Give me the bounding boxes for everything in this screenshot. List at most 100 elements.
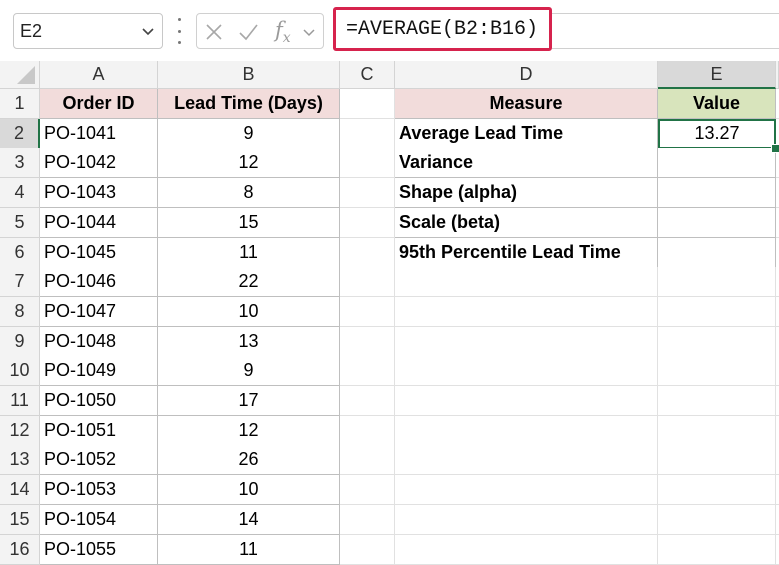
cell-c2[interactable]: [340, 118, 395, 149]
cell-a4[interactable]: PO-1043: [40, 178, 158, 209]
row-header-11[interactable]: 11: [0, 386, 40, 416]
row-header-1[interactable]: 1: [0, 89, 40, 119]
cell-a14[interactable]: PO-1053: [40, 475, 158, 506]
cell-d3[interactable]: Variance: [395, 148, 658, 179]
cell-d14[interactable]: [395, 475, 658, 506]
column-header-c[interactable]: C: [340, 61, 395, 89]
cell-e3[interactable]: [658, 148, 776, 179]
cell-c15[interactable]: [340, 504, 395, 535]
header-order-id[interactable]: Order ID: [40, 89, 158, 119]
cell-c1[interactable]: [340, 89, 395, 119]
cell-b7[interactable]: 22: [158, 267, 340, 298]
cell-b3[interactable]: 12: [158, 148, 340, 179]
cell-b11[interactable]: 17: [158, 386, 340, 416]
cell-a6[interactable]: PO-1045: [40, 237, 158, 268]
cell-c4[interactable]: [340, 178, 395, 209]
row-header-13[interactable]: 13: [0, 445, 40, 476]
cell-e11[interactable]: [658, 386, 776, 416]
header-lead-time[interactable]: Lead Time (Days): [158, 89, 340, 119]
cell-d16[interactable]: [395, 534, 658, 565]
cell-c3[interactable]: [340, 148, 395, 179]
insert-function-icon[interactable]: fx: [275, 18, 291, 46]
cell-a10[interactable]: PO-1049: [40, 356, 158, 387]
chevron-down-icon[interactable]: [301, 21, 317, 43]
cell-e16[interactable]: [658, 534, 776, 565]
cell-a11[interactable]: PO-1050: [40, 386, 158, 416]
name-box[interactable]: E2: [13, 13, 163, 49]
row-header-9[interactable]: 9: [0, 326, 40, 357]
header-value[interactable]: Value: [658, 89, 776, 119]
cell-a7[interactable]: PO-1046: [40, 267, 158, 298]
cell-a9[interactable]: PO-1048: [40, 326, 158, 357]
cell-e4[interactable]: [658, 178, 776, 209]
cell-b13[interactable]: 26: [158, 445, 340, 476]
formula-input[interactable]: =AVERAGE(B2:B16): [333, 7, 552, 51]
cell-e14[interactable]: [658, 475, 776, 506]
row-header-2[interactable]: 2: [0, 118, 40, 149]
active-cell-e2[interactable]: 13.27: [658, 118, 776, 149]
cell-d11[interactable]: [395, 386, 658, 416]
cell-c12[interactable]: [340, 415, 395, 446]
cell-d10[interactable]: [395, 356, 658, 387]
header-measure[interactable]: Measure: [395, 89, 658, 119]
cell-d13[interactable]: [395, 445, 658, 476]
row-header-5[interactable]: 5: [0, 207, 40, 238]
cell-e10[interactable]: [658, 356, 776, 387]
cell-c16[interactable]: [340, 534, 395, 565]
cell-d6[interactable]: 95th Percentile Lead Time: [395, 237, 658, 268]
row-header-8[interactable]: 8: [0, 296, 40, 327]
cell-e8[interactable]: [658, 296, 776, 327]
cell-c8[interactable]: [340, 296, 395, 327]
cell-c5[interactable]: [340, 207, 395, 238]
row-header-15[interactable]: 15: [0, 504, 40, 535]
cell-b2[interactable]: 9: [158, 118, 340, 149]
cell-c10[interactable]: [340, 356, 395, 387]
row-header-4[interactable]: 4: [0, 178, 40, 209]
column-header-a[interactable]: A: [40, 61, 158, 89]
cell-e6[interactable]: [658, 237, 776, 268]
cell-a3[interactable]: PO-1042: [40, 148, 158, 179]
cell-b4[interactable]: 8: [158, 178, 340, 209]
row-header-14[interactable]: 14: [0, 475, 40, 506]
cell-b9[interactable]: 13: [158, 326, 340, 357]
cell-d4[interactable]: Shape (alpha): [395, 178, 658, 209]
formula-input-extension[interactable]: [552, 13, 779, 49]
cell-e12[interactable]: [658, 415, 776, 446]
cell-e7[interactable]: [658, 267, 776, 298]
cell-a12[interactable]: PO-1051: [40, 415, 158, 446]
cell-a8[interactable]: PO-1047: [40, 296, 158, 327]
row-header-16[interactable]: 16: [0, 534, 40, 565]
cell-d12[interactable]: [395, 415, 658, 446]
row-header-7[interactable]: 7: [0, 267, 40, 298]
cell-d9[interactable]: [395, 326, 658, 357]
fill-handle[interactable]: [771, 143, 779, 153]
cell-d15[interactable]: [395, 504, 658, 535]
cell-e5[interactable]: [658, 207, 776, 238]
enter-check-icon[interactable]: [237, 21, 259, 43]
cell-c6[interactable]: [340, 237, 395, 268]
cell-b6[interactable]: 11: [158, 237, 340, 268]
cell-c7[interactable]: [340, 267, 395, 298]
cell-c13[interactable]: [340, 445, 395, 476]
cell-a2[interactable]: PO-1041: [40, 118, 158, 149]
cell-a15[interactable]: PO-1054: [40, 504, 158, 535]
cell-b12[interactable]: 12: [158, 415, 340, 446]
cell-b10[interactable]: 9: [158, 356, 340, 387]
cell-c14[interactable]: [340, 475, 395, 506]
cell-c11[interactable]: [340, 386, 395, 416]
row-header-10[interactable]: 10: [0, 356, 40, 387]
cell-b8[interactable]: 10: [158, 296, 340, 327]
row-header-3[interactable]: 3: [0, 148, 40, 179]
cell-e13[interactable]: [658, 445, 776, 476]
row-header-12[interactable]: 12: [0, 415, 40, 446]
row-header-6[interactable]: 6: [0, 237, 40, 268]
cell-e9[interactable]: [658, 326, 776, 357]
cell-b15[interactable]: 14: [158, 504, 340, 535]
cell-d8[interactable]: [395, 296, 658, 327]
cell-b16[interactable]: 11: [158, 534, 340, 565]
cell-b5[interactable]: 15: [158, 207, 340, 238]
column-header-e[interactable]: E: [658, 61, 776, 89]
cell-a5[interactable]: PO-1044: [40, 207, 158, 238]
cell-a13[interactable]: PO-1052: [40, 445, 158, 476]
chevron-down-icon[interactable]: [140, 23, 156, 39]
